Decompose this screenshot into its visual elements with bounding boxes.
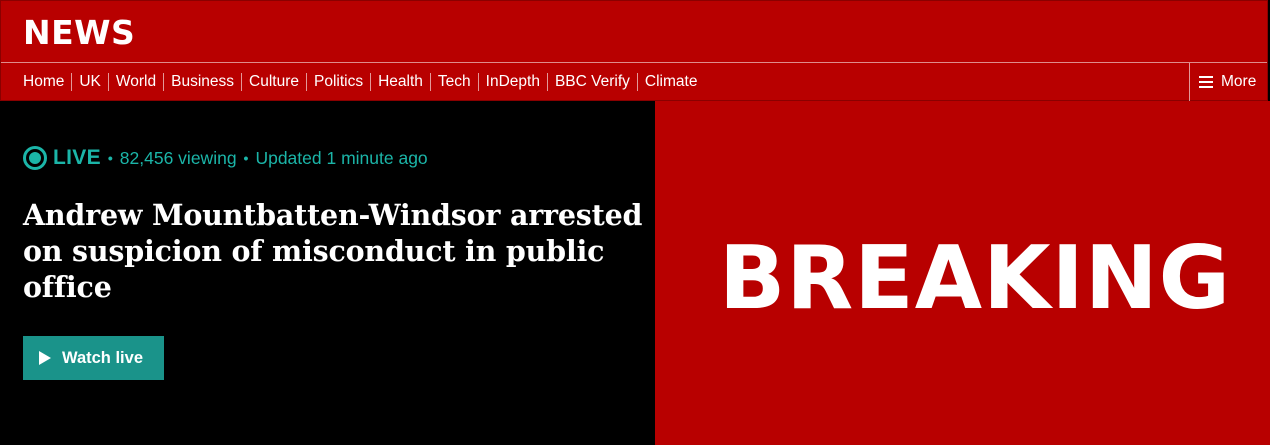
separator-dot: • bbox=[107, 150, 113, 166]
watch-live-button[interactable]: Watch live bbox=[23, 336, 164, 380]
watch-live-label: Watch live bbox=[62, 348, 143, 367]
viewer-count: 82,456 viewing bbox=[119, 147, 237, 168]
nav-item-indepth[interactable]: InDepth bbox=[477, 73, 547, 91]
live-status-row: LIVE • 82,456 viewing • Updated 1 minute… bbox=[23, 146, 428, 170]
updated-time: Updated 1 minute ago bbox=[255, 147, 428, 168]
breaking-text: BREAKING bbox=[719, 227, 1232, 329]
story-headline[interactable]: Andrew Mountbatten-Windsor arrested on s… bbox=[23, 197, 643, 305]
nav-item-climate[interactable]: Climate bbox=[636, 73, 705, 91]
nav-item-uk[interactable]: UK bbox=[71, 73, 108, 91]
menu-icon bbox=[1199, 76, 1213, 88]
nav-item-culture[interactable]: Culture bbox=[241, 73, 306, 91]
breaking-banner[interactable]: BREAKING bbox=[655, 101, 1270, 445]
nav-item-business[interactable]: Business bbox=[163, 73, 241, 91]
page: NEWS Home UK World Business Culture Poli… bbox=[0, 0, 1270, 445]
news-logo[interactable]: NEWS bbox=[23, 13, 135, 52]
more-menu-button[interactable]: More bbox=[1189, 63, 1267, 101]
live-story-panel: LIVE • 82,456 viewing • Updated 1 minute… bbox=[0, 101, 655, 445]
live-icon bbox=[23, 146, 47, 170]
nav-item-health[interactable]: Health bbox=[370, 73, 430, 91]
nav-item-tech[interactable]: Tech bbox=[429, 73, 478, 91]
separator-dot: • bbox=[243, 150, 249, 166]
nav-item-home[interactable]: Home bbox=[23, 73, 71, 91]
primary-nav: Home UK World Business Culture Politics … bbox=[23, 63, 704, 101]
live-badge: LIVE bbox=[53, 146, 101, 169]
nav-item-bbc-verify[interactable]: BBC Verify bbox=[546, 73, 637, 91]
nav-item-politics[interactable]: Politics bbox=[305, 73, 370, 91]
play-icon bbox=[39, 351, 51, 365]
more-label: More bbox=[1221, 73, 1257, 90]
masthead: NEWS Home UK World Business Culture Poli… bbox=[0, 0, 1268, 101]
nav-item-world[interactable]: World bbox=[107, 73, 163, 91]
